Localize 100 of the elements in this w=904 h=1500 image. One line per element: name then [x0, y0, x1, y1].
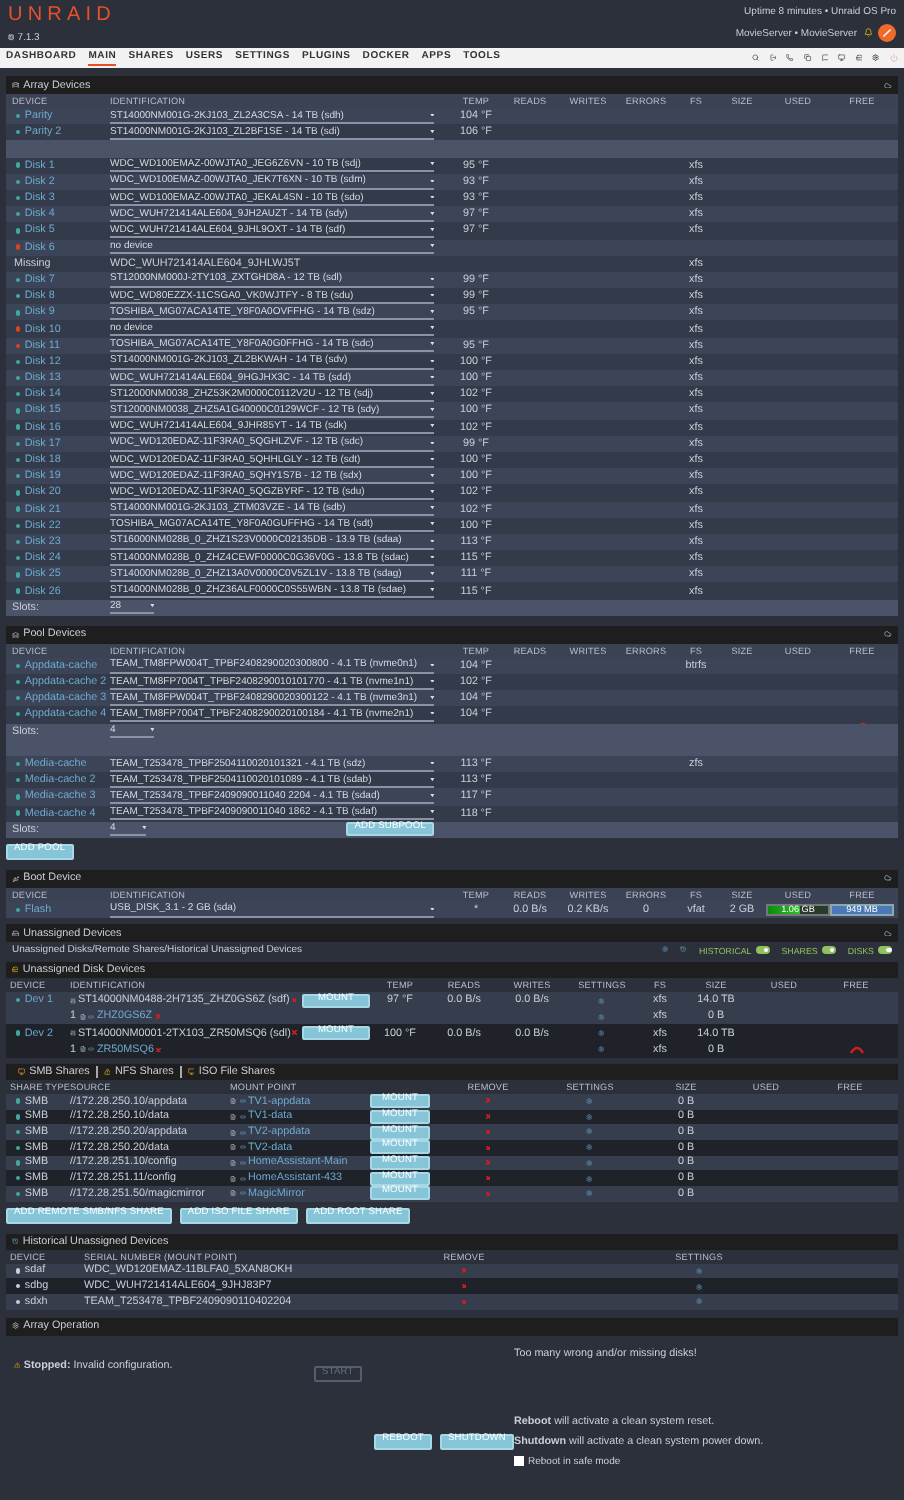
database-icon: [12, 81, 20, 89]
settings-icon[interactable]: [598, 1013, 606, 1020]
link-icon: [88, 1013, 94, 1020]
refresh-icon[interactable]: [680, 946, 687, 954]
caret-icon: [429, 490, 434, 494]
close-icon[interactable]: [485, 1114, 491, 1120]
caret-icon: [149, 728, 154, 732]
warning-icon: [14, 1361, 21, 1369]
cloud-icon[interactable]: [884, 630, 892, 639]
caret-icon: [429, 244, 434, 248]
caret-icon: [429, 310, 434, 314]
caret-icon: [149, 604, 154, 608]
close-icon[interactable]: [485, 1175, 491, 1181]
settings-icon[interactable]: [586, 1098, 594, 1105]
close-icon[interactable]: [156, 1047, 162, 1052]
close-icon[interactable]: [292, 1030, 298, 1036]
settings-icon[interactable]: [662, 946, 669, 954]
status-dot: [16, 1098, 21, 1104]
settings-icon[interactable]: [598, 1029, 606, 1037]
chip-icon: [8, 34, 15, 42]
settings-icon[interactable]: [872, 54, 880, 62]
caret-icon: [429, 211, 434, 215]
avatar: [878, 24, 896, 42]
file-icon: [230, 1190, 236, 1197]
close-icon[interactable]: [461, 1299, 467, 1305]
settings-icon[interactable]: [586, 1144, 594, 1151]
caret-icon: [429, 810, 434, 814]
cloud-icon[interactable]: [884, 81, 892, 89]
warning-icon: [103, 1068, 111, 1076]
logout-icon[interactable]: [769, 54, 777, 62]
caret-icon: [429, 777, 434, 781]
phone-icon[interactable]: [786, 54, 795, 62]
settings-icon[interactable]: [586, 1128, 594, 1136]
monitor-icon[interactable]: [838, 54, 846, 62]
toggle-switch[interactable]: [755, 946, 770, 954]
cloud-icon[interactable]: [884, 874, 892, 883]
bell-icon[interactable]: [863, 28, 872, 38]
caret-icon: [429, 794, 434, 798]
drive-icon[interactable]: [855, 54, 863, 62]
sliders-icon: [70, 997, 76, 1004]
settings-icon[interactable]: [695, 1298, 703, 1305]
status-dot: [16, 1268, 21, 1274]
toggle-switch[interactable]: [821, 946, 836, 954]
caret-icon: [429, 342, 434, 346]
status-dot: [16, 1160, 21, 1166]
checkbox[interactable]: [514, 1456, 524, 1467]
close-icon[interactable]: [461, 1268, 467, 1274]
caret-icon: [429, 506, 434, 510]
message-icon[interactable]: [821, 54, 829, 62]
caret-icon: [429, 588, 434, 592]
status-dot: [16, 1114, 21, 1120]
cloud-icon[interactable]: [884, 929, 892, 937]
monitor-icon: [187, 1068, 195, 1076]
caret-icon: [429, 228, 434, 232]
close-icon[interactable]: [291, 997, 297, 1003]
settings-icon[interactable]: [586, 1159, 594, 1166]
settings-icon[interactable]: [695, 1267, 703, 1275]
status-dot: [16, 1175, 21, 1181]
copy-icon[interactable]: [804, 54, 812, 62]
close-icon[interactable]: [461, 1283, 467, 1289]
caret-icon: [141, 826, 147, 831]
settings-icon[interactable]: [586, 1175, 594, 1182]
caret-icon: [429, 572, 434, 576]
gear-icon: [12, 1322, 20, 1330]
caret-icon: [429, 424, 434, 428]
file-icon: [79, 1013, 85, 1020]
link-icon: [239, 1113, 245, 1120]
file-icon: [230, 1175, 236, 1182]
settings-icon[interactable]: [586, 1113, 594, 1120]
status-dot: [16, 1145, 21, 1150]
arc-icon: [849, 1045, 863, 1054]
close-icon[interactable]: [485, 1191, 491, 1196]
drive-icon: [12, 966, 19, 974]
caret-icon: [429, 326, 434, 330]
caret-icon: [429, 129, 434, 134]
settings-icon[interactable]: [695, 1283, 703, 1290]
status-dot: [16, 1129, 21, 1135]
toggle-switch[interactable]: [878, 946, 892, 954]
link-icon: [239, 1144, 245, 1151]
settings-icon[interactable]: [598, 1046, 606, 1053]
search-icon[interactable]: [752, 54, 760, 62]
close-icon[interactable]: [485, 1129, 491, 1135]
caret-icon: [429, 162, 434, 166]
file-icon: [230, 1098, 236, 1105]
settings-icon[interactable]: [598, 997, 606, 1004]
close-icon[interactable]: [485, 1145, 491, 1150]
link-icon: [88, 1046, 94, 1053]
settings-icon[interactable]: [586, 1190, 594, 1197]
close-icon[interactable]: [155, 1014, 160, 1020]
close-icon[interactable]: [485, 1160, 491, 1166]
monitor-icon: [18, 1068, 26, 1076]
link-icon: [239, 1175, 245, 1182]
status-dot: [16, 1283, 21, 1289]
usb-icon: [12, 875, 20, 883]
file-icon: [230, 1144, 236, 1151]
layers-icon: [12, 631, 20, 639]
sliders-icon: [70, 1030, 76, 1037]
close-icon[interactable]: [485, 1098, 491, 1104]
logo-text: UNRAID: [8, 6, 116, 26]
file-icon: [230, 1159, 236, 1166]
